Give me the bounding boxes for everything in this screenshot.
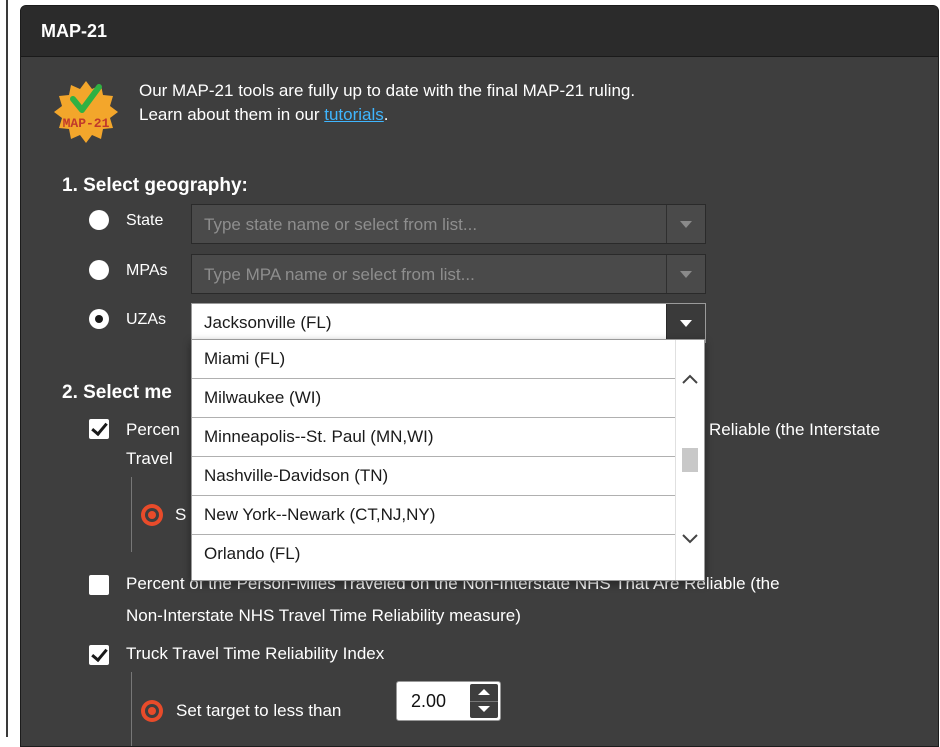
measure-1-target-label: S: [175, 505, 187, 524]
uzas-label: UZAs: [126, 311, 166, 328]
dropdown-item[interactable]: Miami (FL): [192, 340, 678, 379]
stepper-up-icon[interactable]: [470, 684, 498, 702]
dropdown-item[interactable]: Minneapolis--St. Paul (MN,WI): [192, 418, 678, 457]
intro-text: Our MAP-21 tools are fully up to date wi…: [139, 79, 635, 127]
measure-2-text-line-2: Non-Interstate NHS Travel Time Reliabili…: [126, 606, 521, 625]
measure-1-text-left-2: Travel: [126, 449, 173, 468]
state-radio[interactable]: [89, 210, 109, 230]
measure-3-target-value[interactable]: 2.00: [411, 691, 446, 712]
mpas-combobox[interactable]: Type MPA name or select from list...: [191, 254, 706, 294]
measure-3-label: Truck Travel Time Reliability Index: [126, 644, 385, 663]
stepper-buttons: [470, 684, 498, 718]
stepper-down-icon[interactable]: [470, 701, 498, 718]
uzas-combobox[interactable]: Jacksonville (FL): [191, 303, 706, 343]
svg-text:MAP-21: MAP-21: [63, 116, 110, 131]
dropdown-item[interactable]: Nashville-Davidson (TN): [192, 457, 678, 496]
dropdown-item[interactable]: Orlando (FL): [192, 535, 678, 574]
dropdown-item[interactable]: New York--Newark (CT,NJ,NY): [192, 496, 678, 535]
measure-3-target-icon: [141, 700, 163, 722]
dropdown-item[interactable]: Milwaukee (WI): [192, 379, 678, 418]
mpas-radio[interactable]: [89, 260, 109, 280]
measure-1-target-icon: [141, 504, 163, 526]
state-label: State: [126, 212, 164, 229]
scrollbar-thumb[interactable]: [682, 448, 698, 472]
left-strip-edge: [6, 0, 8, 737]
select-geography-title: 1. Select geography:: [62, 175, 248, 196]
uzas-dropdown-list: Miami (FL) Milwaukee (WI) Minneapolis--S…: [191, 339, 705, 581]
tutorials-link[interactable]: tutorials: [324, 105, 384, 124]
measure-3-target-label: Set target to less than: [176, 701, 342, 720]
measure-3-checkbox[interactable]: [89, 645, 109, 665]
uzas-radio[interactable]: [89, 309, 109, 329]
left-strip: [0, 0, 12, 737]
map21-badge-icon: MAP-21: [51, 77, 121, 147]
intro-line-2-prefix: Learn about them in our: [139, 105, 325, 124]
select-measures-title: 2. Select me: [62, 382, 172, 403]
measure-1-text-left: Percen: [126, 420, 180, 439]
intro-line-2-suffix: .: [383, 105, 389, 124]
state-combobox[interactable]: Type state name or select from list...: [191, 204, 706, 244]
map21-panel: MAP-21 MAP-21 Our MAP-21 tools are fully…: [20, 5, 939, 747]
mpas-label: MPAs: [126, 262, 168, 279]
measure-1-checkbox[interactable]: [89, 419, 109, 439]
mpas-placeholder: Type MPA name or select from list...: [204, 265, 475, 284]
measure-3-guide-line: [131, 672, 132, 746]
scroll-up-chevron-icon[interactable]: [680, 370, 700, 390]
state-placeholder: Type state name or select from list...: [204, 215, 478, 234]
uzas-dropdown-arrow-icon[interactable]: [666, 304, 705, 342]
intro-line-1: Our MAP-21 tools are fully up to date wi…: [139, 81, 636, 100]
measure-1-guide-line: [131, 477, 132, 552]
scroll-down-chevron-icon[interactable]: [680, 528, 700, 548]
measure-2-checkbox[interactable]: [89, 575, 109, 595]
measure-1-text-right: Reliable (the Interstate: [709, 420, 881, 439]
measure-3-target-stepper[interactable]: 2.00: [396, 681, 501, 721]
uzas-selected-value: Jacksonville (FL): [204, 313, 332, 332]
state-dropdown-arrow-icon[interactable]: [666, 205, 705, 243]
panel-title: MAP-21: [21, 6, 938, 57]
intro-line-2: Learn about them in our tutorials.: [139, 103, 635, 127]
dropdown-scrollbar[interactable]: [675, 340, 704, 580]
mpas-dropdown-arrow-icon[interactable]: [666, 255, 705, 293]
panel-body: MAP-21 Our MAP-21 tools are fully up to …: [21, 57, 938, 746]
